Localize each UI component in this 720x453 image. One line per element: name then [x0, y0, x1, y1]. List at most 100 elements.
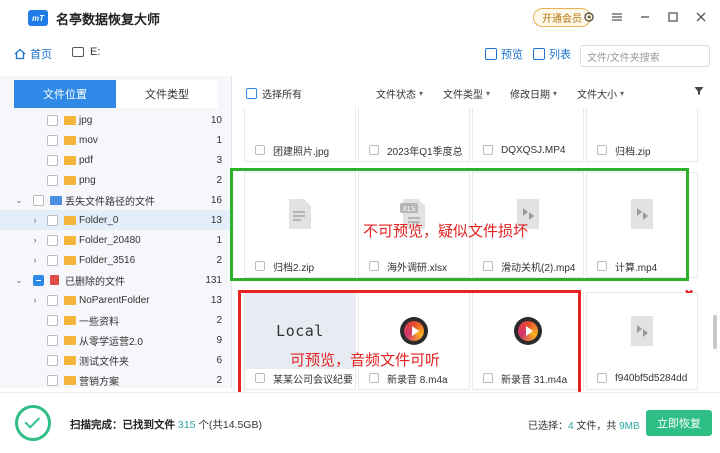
selected-mid: 文件，共 — [576, 421, 617, 432]
chevron-down-icon[interactable]: ⌄ — [14, 275, 24, 286]
tree-checkbox[interactable] — [47, 314, 58, 326]
file-card[interactable]: 2023年Q1季度总 — [358, 108, 470, 162]
tree-item-label: 营销方案 — [79, 376, 119, 388]
tree-item[interactable]: 营销方案 2 — [0, 370, 232, 388]
tab-file-type[interactable]: 文件类型 — [116, 80, 218, 108]
tree-item[interactable]: 测试文件夹 6 — [0, 350, 232, 370]
tab-file-location[interactable]: 文件位置 — [14, 80, 116, 108]
folder-icon — [64, 135, 76, 145]
sort-type[interactable]: 文件类型 — [443, 86, 490, 101]
tree-item[interactable]: pdf 3 — [0, 150, 232, 170]
tree-item-count: 10 — [210, 114, 222, 126]
tree-checkbox[interactable] — [47, 114, 58, 126]
tree-item-count: 13 — [210, 214, 222, 226]
file-card[interactable]: ✖ f940bf5d5284dd — [586, 287, 698, 390]
tree-checkbox[interactable] — [47, 154, 58, 166]
chevron-right-icon[interactable]: › — [30, 215, 40, 225]
tree-checkbox[interactable] — [47, 254, 58, 266]
title-bar: mT 名亭数据恢复大师 开通会员 — [0, 0, 720, 36]
folder-icon — [50, 195, 62, 205]
tree-item[interactable]: png 2 — [0, 170, 232, 190]
tree-item[interactable]: › Folder_0 13 — [0, 210, 232, 230]
tree-item-count: 3 — [216, 154, 222, 166]
view-preview-label: 预览 — [501, 49, 523, 61]
sort-date[interactable]: 修改日期 — [510, 86, 557, 101]
chevron-right-icon[interactable]: › — [30, 235, 40, 245]
folder-icon — [64, 175, 76, 185]
folder-icon — [64, 235, 76, 245]
tree-item[interactable]: › NoParentFolder 13 — [0, 290, 232, 310]
tree-checkbox[interactable] — [47, 374, 58, 386]
tree-checkbox[interactable] — [33, 194, 44, 206]
tree-item-count: 9 — [216, 334, 222, 346]
view-list-button[interactable]: 列表 — [533, 46, 571, 62]
tree-item[interactable]: ⌄ 已删除的文件 131 — [0, 270, 232, 290]
selected-count: 4 — [568, 421, 574, 432]
folder-icon — [64, 335, 76, 345]
tree-checkbox[interactable] — [47, 294, 58, 306]
tree-checkbox[interactable] — [47, 334, 58, 346]
tree-item[interactable]: › Folder_3516 2 — [0, 250, 232, 270]
file-checkbox[interactable] — [255, 145, 265, 155]
found-unit: 个(共14.5GB) — [198, 419, 262, 431]
chevron-right-icon[interactable]: › — [30, 295, 40, 305]
sort-size[interactable]: 文件大小 — [577, 86, 624, 101]
maximize-icon[interactable] — [666, 8, 680, 26]
sort-status[interactable]: 文件状态 — [376, 86, 423, 101]
view-preview-button[interactable]: 预览 — [485, 46, 523, 62]
tree-checkbox[interactable] — [47, 214, 58, 226]
file-caption: 团建照片.jpg — [245, 139, 355, 161]
tree-checkbox[interactable] — [47, 134, 58, 146]
folder-icon — [64, 315, 76, 325]
file-card[interactable]: DQXQSJ.MP4 — [472, 108, 584, 162]
trash-icon — [50, 275, 59, 285]
home-label: 首页 — [30, 49, 52, 61]
chevron-down-icon[interactable]: ⌄ — [14, 195, 24, 206]
folder-icon — [64, 355, 76, 365]
tree-checkbox[interactable] — [33, 274, 44, 286]
home-button[interactable]: 首页 — [14, 46, 52, 62]
file-caption: 2023年Q1季度总 — [359, 139, 469, 161]
tree-checkbox[interactable] — [47, 234, 58, 246]
address-bar: 首页 E: 预览 列表 文件/文件夹搜索 — [0, 40, 720, 72]
folder-icon — [64, 215, 76, 225]
settings-icon[interactable] — [582, 8, 596, 26]
minimize-icon[interactable] — [638, 8, 652, 26]
file-caption: 归档.zip — [587, 139, 697, 161]
file-checkbox[interactable] — [597, 145, 607, 155]
file-name: 团建照片.jpg — [273, 146, 330, 158]
selected-label: 已选择： — [528, 421, 568, 432]
drive-path: E: — [72, 46, 100, 58]
filter-icon[interactable] — [694, 86, 704, 96]
found-count: 315 — [177, 419, 196, 431]
recover-button[interactable]: 立即恢复 — [646, 410, 712, 436]
window-controls — [582, 8, 708, 26]
file-checkbox[interactable] — [483, 145, 493, 155]
tree-item[interactable]: ⌄ 丢失文件路径的文件 16 — [0, 190, 232, 210]
close-icon[interactable] — [694, 8, 708, 26]
file-card[interactable]: 归档.zip — [586, 108, 698, 162]
tree-item[interactable]: › Folder_20480 1 — [0, 230, 232, 250]
select-all[interactable]: 选择所有 — [246, 86, 302, 101]
file-checkbox[interactable] — [597, 373, 607, 383]
search-input[interactable]: 文件/文件夹搜索 — [580, 45, 710, 67]
chevron-right-icon[interactable]: › — [30, 255, 40, 265]
tree-checkbox[interactable] — [47, 354, 58, 366]
file-checkbox[interactable] — [369, 145, 379, 155]
view-toggle: 预览 列表 — [485, 46, 571, 62]
grid-scrollbar[interactable] — [713, 315, 717, 349]
tree-item-label: Folder_0 — [79, 214, 119, 226]
file-card[interactable]: 团建照片.jpg — [244, 108, 356, 162]
tree-item-count: 2 — [216, 254, 222, 266]
tree-item[interactable]: 从零学运营2.0 9 — [0, 330, 232, 350]
tree-item[interactable]: jpg 10 — [0, 110, 232, 130]
tree-item[interactable]: 一些资料 2 — [0, 310, 232, 330]
tree-checkbox[interactable] — [47, 174, 58, 186]
folder-icon — [64, 115, 76, 125]
menu-icon[interactable] — [610, 8, 624, 26]
found-label: 已找到文件 — [122, 419, 176, 431]
sort-options: 文件状态 文件类型 修改日期 文件大小 — [376, 86, 624, 101]
tree-item[interactable]: mov 1 — [0, 130, 232, 150]
broken-video-icon — [631, 316, 653, 346]
select-all-checkbox[interactable] — [246, 88, 257, 99]
